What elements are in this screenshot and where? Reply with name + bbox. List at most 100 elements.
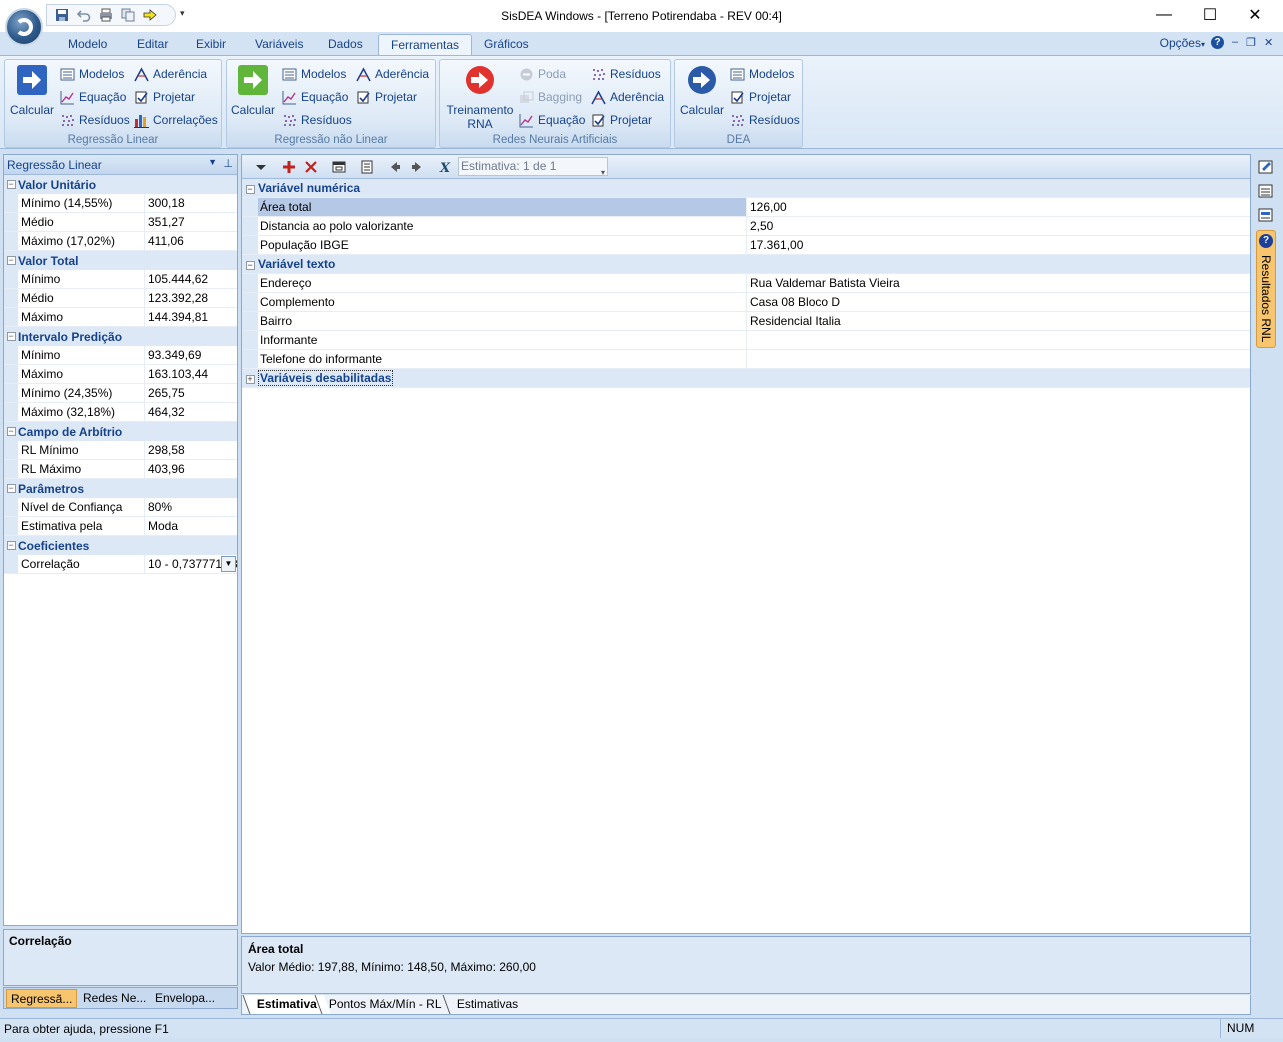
tab-editar[interactable]: Editar: [125, 34, 180, 56]
property-row[interactable]: Nível de Confiança 80%: [4, 498, 237, 517]
delete-icon[interactable]: [302, 158, 320, 176]
dropdown-arrow-icon[interactable]: ▼: [221, 556, 236, 572]
tab-ferramentas[interactable]: Ferramentas: [378, 34, 473, 56]
options-menu[interactable]: Opções▾: [1160, 36, 1205, 50]
collapse-toggle-icon[interactable]: −: [4, 179, 18, 190]
variable-row[interactable]: Área total 126,00: [242, 198, 1250, 217]
property-row[interactable]: RL Máximo 403,96: [4, 460, 237, 479]
help-icon[interactable]: ?: [1211, 36, 1224, 49]
variable-value-field[interactable]: [747, 350, 1250, 368]
property-row[interactable]: RL Mínimo 298,58: [4, 441, 237, 460]
rna-projetar-button[interactable]: Projetar: [591, 111, 652, 129]
prev-icon[interactable]: [386, 158, 404, 176]
report-icon[interactable]: [358, 158, 376, 176]
property-value[interactable]: 10 - 0,737771848 ▼: [145, 555, 237, 573]
category-intervalo-predicao[interactable]: − Intervalo Predição: [4, 327, 237, 346]
rl-equacao-button[interactable]: Equação: [60, 88, 126, 106]
variable-row[interactable]: População IBGE 17.361,00: [242, 236, 1250, 255]
category-valor-unitario[interactable]: − Valor Unitário: [4, 175, 237, 194]
dea-projetar-button[interactable]: Projetar: [730, 88, 791, 106]
rl-modelos-button[interactable]: Modelos: [60, 65, 124, 83]
collapse-toggle-icon[interactable]: −: [4, 426, 18, 437]
rnl-equacao-button[interactable]: Equação: [282, 88, 348, 106]
formula-icon[interactable]: X: [436, 158, 454, 176]
rl-aderencia-button[interactable]: Aderência: [134, 65, 207, 83]
variable-value-field[interactable]: 17.361,00: [747, 236, 1250, 254]
category-coeficientes[interactable]: − Coeficientes: [4, 536, 237, 555]
window-icon[interactable]: [330, 158, 348, 176]
dea-modelos-button[interactable]: Modelos: [730, 65, 794, 83]
collapse-toggle-icon[interactable]: +: [242, 371, 258, 385]
rnl-calcular-button[interactable]: Calcular: [230, 64, 276, 117]
collapse-toggle-icon[interactable]: −: [4, 331, 18, 342]
collapse-toggle-icon[interactable]: −: [4, 540, 18, 551]
tab-estimativas[interactable]: Estimativas: [442, 995, 532, 1014]
mdi-close-icon[interactable]: ✕: [1264, 36, 1273, 49]
property-row[interactable]: Mínimo (24,35%) 265,75: [4, 384, 237, 403]
rna-bagging-button[interactable]: Bagging: [519, 88, 582, 106]
collapse-toggle-icon[interactable]: −: [4, 483, 18, 494]
tab-graficos[interactable]: Gráficos: [472, 34, 541, 56]
category-parametros[interactable]: − Parâmetros: [4, 479, 237, 498]
tab-dados[interactable]: Dados: [316, 34, 375, 56]
rnl-projetar-button[interactable]: Projetar: [356, 88, 417, 106]
rnl-residuos-button[interactable]: Resíduos: [282, 111, 352, 129]
tab-pontos-max-min[interactable]: Pontos Máx/Mín - RL: [314, 995, 456, 1014]
tab-envelopamento[interactable]: Envelopa...: [151, 989, 219, 1008]
tab-redes-neurais[interactable]: Redes Ne...: [79, 989, 150, 1008]
property-row[interactable]: Máximo (17,02%) 411,06: [4, 232, 237, 251]
estimativa-selector[interactable]: Estimativa: 1 de 1 ▾: [458, 157, 608, 177]
property-row[interactable]: Máximo 144.394,81: [4, 308, 237, 327]
rna-treinamento-button[interactable]: Treinamento RNA: [443, 64, 517, 131]
variable-value-field[interactable]: 2,50: [747, 217, 1250, 235]
dea-calcular-button[interactable]: Calcular: [679, 64, 725, 117]
collapse-toggle-icon[interactable]: −: [4, 255, 18, 266]
category-variaveis-desabilitadas[interactable]: + Variáveis desabilitadas: [242, 369, 1250, 388]
rl-calcular-button[interactable]: Calcular: [9, 64, 55, 117]
tab-regressao[interactable]: Regressã...: [6, 989, 78, 1008]
panel-list-icon[interactable]: [1258, 183, 1274, 199]
property-row[interactable]: Máximo 163.103,44: [4, 365, 237, 384]
variable-value-field[interactable]: [747, 331, 1250, 349]
tab-resultados-rnl[interactable]: ? Resultados RNL: [1256, 230, 1276, 348]
mdi-minimize-icon[interactable]: ‒: [1232, 36, 1238, 48]
dea-residuos-button[interactable]: Resíduos: [730, 111, 800, 129]
rna-equacao-button[interactable]: Equação: [519, 111, 585, 129]
property-row[interactable]: Mínimo 105.444,62: [4, 270, 237, 289]
variable-row[interactable]: Endereço Rua Valdemar Batista Vieira: [242, 274, 1250, 293]
rnl-modelos-button[interactable]: Modelos: [282, 65, 346, 83]
property-row[interactable]: Médio 351,27: [4, 213, 237, 232]
pin-icon[interactable]: ⊥: [223, 157, 233, 170]
category-valor-total[interactable]: − Valor Total: [4, 251, 237, 270]
tab-variaveis[interactable]: Variáveis: [243, 34, 315, 56]
close-button[interactable]: ✕: [1232, 0, 1278, 30]
rl-residuos-button[interactable]: Resíduos: [60, 111, 130, 129]
variable-row[interactable]: Bairro Residencial Italia: [242, 312, 1250, 331]
next-icon[interactable]: [408, 158, 426, 176]
left-panel-header[interactable]: Regressão Linear ▼ ⊥: [4, 155, 237, 175]
maximize-button[interactable]: ☐: [1187, 0, 1233, 30]
rna-residuos-button[interactable]: Resíduos: [591, 65, 661, 83]
property-row[interactable]: Correlação 10 - 0,737771848 ▼: [4, 555, 237, 574]
variable-row[interactable]: Telefone do informante: [242, 350, 1250, 369]
dropdown-icon[interactable]: [252, 158, 270, 176]
variable-row[interactable]: Complemento Casa 08 Bloco D: [242, 293, 1250, 312]
panel-report-icon[interactable]: [1258, 207, 1274, 223]
add-icon[interactable]: [280, 158, 298, 176]
variable-value-field[interactable]: 126,00: [747, 198, 1250, 216]
mdi-restore-icon[interactable]: ❐: [1246, 36, 1256, 49]
property-row[interactable]: Máximo (32,18%) 464,32: [4, 403, 237, 422]
rnl-aderencia-button[interactable]: Aderência: [356, 65, 429, 83]
property-row[interactable]: Mínimo (14,55%) 300,18: [4, 194, 237, 213]
property-row[interactable]: Estimativa pela Moda: [4, 517, 237, 536]
collapse-toggle-icon[interactable]: −: [242, 257, 258, 271]
panel-edit-icon[interactable]: [1258, 159, 1274, 175]
variable-value-field[interactable]: Residencial Italia: [747, 312, 1250, 330]
variable-value-field[interactable]: Rua Valdemar Batista Vieira: [747, 274, 1250, 292]
tab-exibir[interactable]: Exibir: [184, 34, 238, 56]
rna-aderencia-button[interactable]: Aderência: [591, 88, 664, 106]
variable-row[interactable]: Informante: [242, 331, 1250, 350]
property-row[interactable]: Mínimo 93.349,69: [4, 346, 237, 365]
chevron-down-icon[interactable]: ▼: [208, 157, 217, 167]
tab-modelo[interactable]: Modelo: [56, 34, 119, 56]
